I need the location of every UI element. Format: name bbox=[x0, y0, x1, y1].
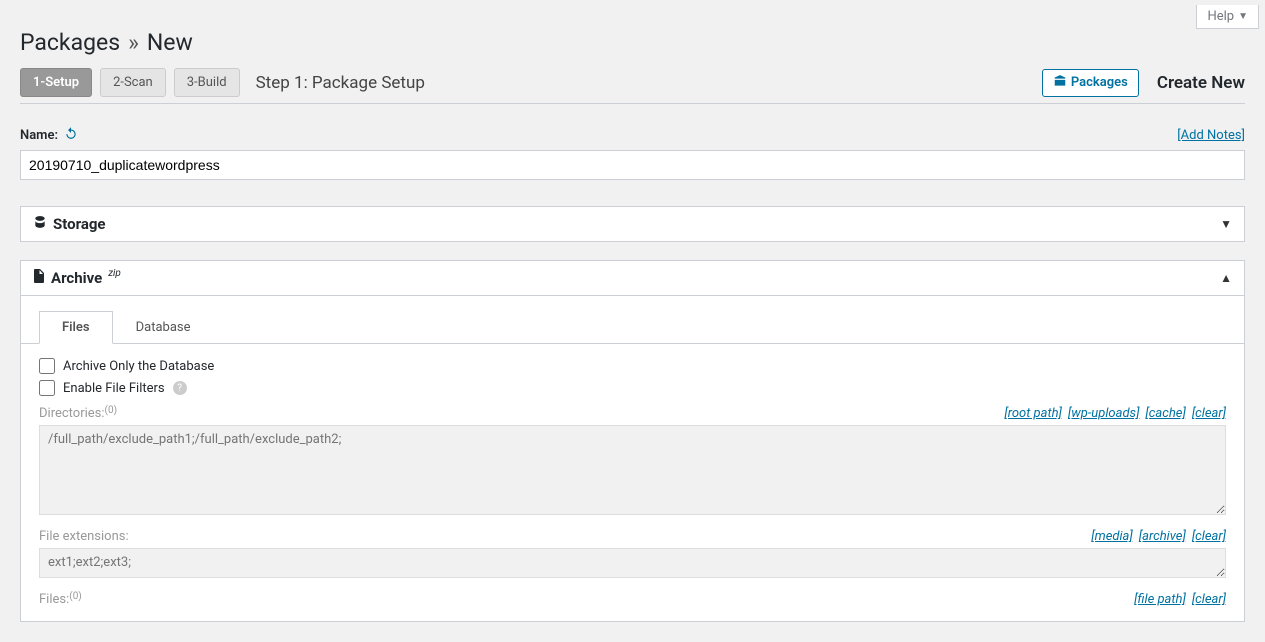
archive-only-db-label: Archive Only the Database bbox=[63, 359, 214, 374]
enable-file-filters-label: Enable File Filters bbox=[63, 381, 165, 396]
step-title: Step 1: Package Setup bbox=[256, 73, 425, 93]
archive-title: Archive bbox=[51, 269, 102, 287]
step-2-button[interactable]: 2-Scan bbox=[100, 68, 166, 97]
page-title-sep: » bbox=[128, 29, 139, 56]
page-title-left: Packages bbox=[20, 29, 120, 56]
file-archive-icon bbox=[33, 269, 45, 287]
root-path-link[interactable]: [root path] bbox=[1004, 406, 1062, 421]
page-title: Packages » New bbox=[20, 29, 1245, 56]
chevron-up-icon: ▲ bbox=[1220, 271, 1232, 285]
database-icon bbox=[33, 215, 47, 233]
page-title-right: New bbox=[147, 29, 193, 56]
package-name-input[interactable] bbox=[20, 150, 1245, 180]
archive-link[interactable]: [archive] bbox=[1139, 529, 1186, 544]
wp-uploads-link[interactable]: [wp-uploads] bbox=[1068, 406, 1140, 421]
chevron-down-icon: ▼ bbox=[1220, 217, 1232, 231]
step-toolbar: 1-Setup 2-Scan 3-Build Step 1: Package S… bbox=[20, 68, 1245, 104]
add-notes-link[interactable]: [Add Notes] bbox=[1177, 128, 1245, 143]
file-path-link[interactable]: [file path] bbox=[1134, 592, 1186, 607]
refresh-icon[interactable] bbox=[64, 126, 78, 144]
name-label: Name: bbox=[20, 126, 78, 144]
create-new-label: Create New bbox=[1157, 73, 1245, 93]
step-1-button[interactable]: 1-Setup bbox=[20, 68, 92, 97]
archive-panel-header[interactable]: Archive zip ▲ bbox=[21, 261, 1244, 295]
storage-title: Storage bbox=[53, 215, 106, 233]
help-icon[interactable]: ? bbox=[173, 381, 187, 395]
file-extensions-textarea[interactable] bbox=[39, 548, 1226, 578]
packages-button-label: Packages bbox=[1071, 75, 1128, 90]
file-extensions-label: File extensions: bbox=[39, 529, 129, 544]
archive-format-sup: zip bbox=[108, 268, 121, 279]
directories-label: Directories:(0) bbox=[39, 406, 117, 421]
directories-textarea[interactable] bbox=[39, 425, 1226, 515]
help-label: Help bbox=[1207, 9, 1234, 24]
clear-ext-link[interactable]: [clear] bbox=[1192, 529, 1226, 544]
files-label: Files:(0) bbox=[39, 592, 82, 607]
help-tab-button[interactable]: Help ▼ bbox=[1196, 5, 1259, 29]
step-3-button[interactable]: 3-Build bbox=[174, 68, 240, 97]
tab-database[interactable]: Database bbox=[113, 311, 214, 344]
clear-dirs-link[interactable]: [clear] bbox=[1192, 406, 1226, 421]
tab-files[interactable]: Files bbox=[39, 311, 113, 344]
packages-button[interactable]: Packages bbox=[1042, 69, 1139, 97]
archive-only-db-checkbox[interactable] bbox=[39, 358, 55, 374]
clear-files-link[interactable]: [clear] bbox=[1192, 592, 1226, 607]
cache-link[interactable]: [cache] bbox=[1145, 406, 1185, 421]
archive-box-icon bbox=[1053, 74, 1067, 92]
enable-file-filters-checkbox[interactable] bbox=[39, 380, 55, 396]
chevron-down-icon: ▼ bbox=[1238, 11, 1248, 22]
media-link[interactable]: [media] bbox=[1091, 529, 1132, 544]
storage-panel-header[interactable]: Storage ▼ bbox=[21, 207, 1244, 241]
